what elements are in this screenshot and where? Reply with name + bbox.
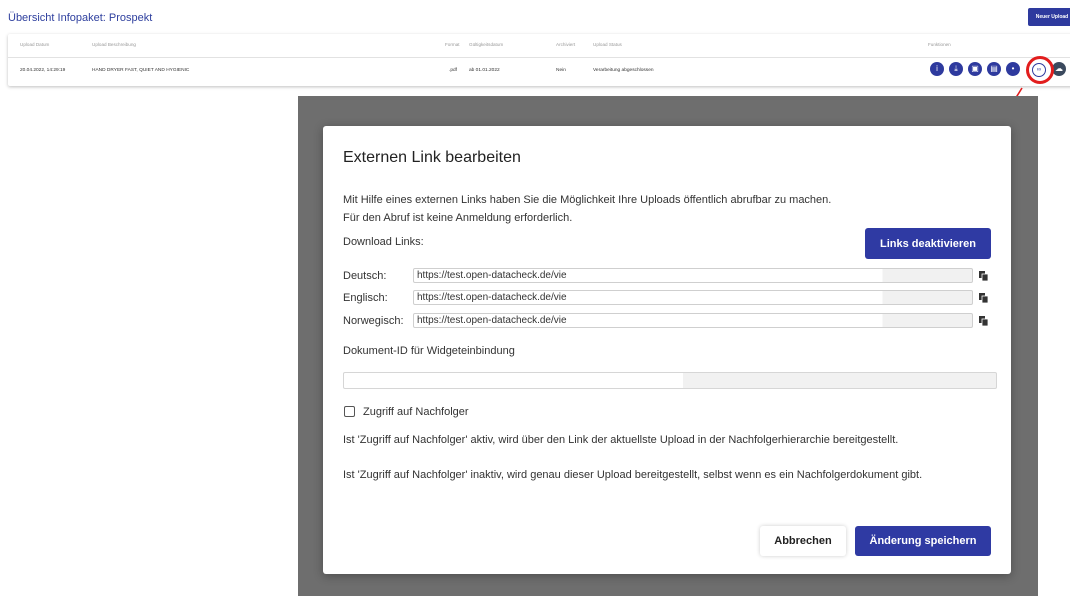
row-status: Verarbeitung abgeschlossen — [593, 68, 654, 73]
column-header-format: Format — [445, 42, 460, 47]
column-header-description: Upload Beschreibung — [92, 42, 136, 47]
document-id-label: Dokument-ID für Widgeteinbindung — [343, 345, 515, 357]
deactivate-links-button[interactable]: Links deaktivieren — [865, 228, 991, 259]
link-field-norwegian[interactable] — [413, 313, 973, 328]
column-header-functions: Funktionen — [928, 42, 951, 47]
column-header-upload-date: Upload Datum — [20, 42, 50, 47]
delete-icon[interactable]: • — [1006, 62, 1020, 76]
save-changes-button[interactable]: Änderung speichern — [855, 526, 991, 556]
link-field-german[interactable] — [413, 268, 973, 283]
annotation-circle — [1026, 56, 1054, 84]
column-header-archived: Archiviert — [556, 42, 576, 47]
successor-access-checkbox[interactable] — [344, 406, 355, 417]
info-icon[interactable]: i — [930, 62, 944, 76]
column-header-status: Upload Status — [593, 42, 622, 47]
cancel-button[interactable]: Abbrechen — [760, 526, 846, 556]
row-archived: Nein — [556, 68, 566, 73]
info-successor-inactive: Ist 'Zugriff auf Nachfolger' inaktiv, wi… — [343, 469, 923, 481]
successor-access-label: Zugriff auf Nachfolger — [363, 406, 469, 418]
row-upload-date: 20.04.2022, 14:29:19 — [20, 68, 66, 73]
link-label-norwegian: Norwegisch: — [343, 315, 404, 327]
archive-icon[interactable]: ▣ — [968, 62, 982, 76]
column-header-validity: Gültigkeitsdatum — [469, 42, 504, 47]
row-format: .pdf — [449, 68, 458, 73]
row-description: HAND DRYER FAST, QUIET AND HYGIENIC — [92, 68, 190, 73]
download-icon[interactable]: ⤓ — [949, 62, 963, 76]
copy-icon[interactable] — [979, 271, 989, 282]
info-successor-active: Ist 'Zugriff auf Nachfolger' aktiv, wird… — [343, 434, 899, 446]
row-validity: ab 01.01.2022 — [469, 68, 500, 73]
link-field-english[interactable] — [413, 290, 973, 305]
copy-icon[interactable] — [979, 316, 989, 327]
download-links-label: Download Links: — [343, 236, 424, 248]
dialog-description-line2: Für den Abruf ist keine Anmeldung erford… — [343, 212, 573, 224]
external-link-dialog: Externen Link bearbeiten Mit Hilfe eines… — [323, 126, 1011, 574]
document-id-field[interactable] — [343, 372, 997, 389]
link-label-german: Deutsch: — [343, 270, 387, 282]
table-divider — [8, 57, 1070, 58]
document-icon[interactable]: ▤ — [987, 62, 1001, 76]
new-upload-button[interactable]: Neuer Upload — [1028, 8, 1070, 26]
copy-icon[interactable] — [979, 293, 989, 304]
dialog-description-line1: Mit Hilfe eines externen Links haben Sie… — [343, 194, 832, 206]
upload-table: Upload Datum Upload Beschreibung Format … — [8, 34, 1070, 86]
cloud-icon[interactable]: ☁ — [1052, 62, 1066, 76]
page-title: Übersicht Infopaket: Prospekt — [8, 12, 153, 24]
dialog-title: Externen Link bearbeiten — [343, 149, 521, 166]
link-label-english: Englisch: — [343, 292, 388, 304]
